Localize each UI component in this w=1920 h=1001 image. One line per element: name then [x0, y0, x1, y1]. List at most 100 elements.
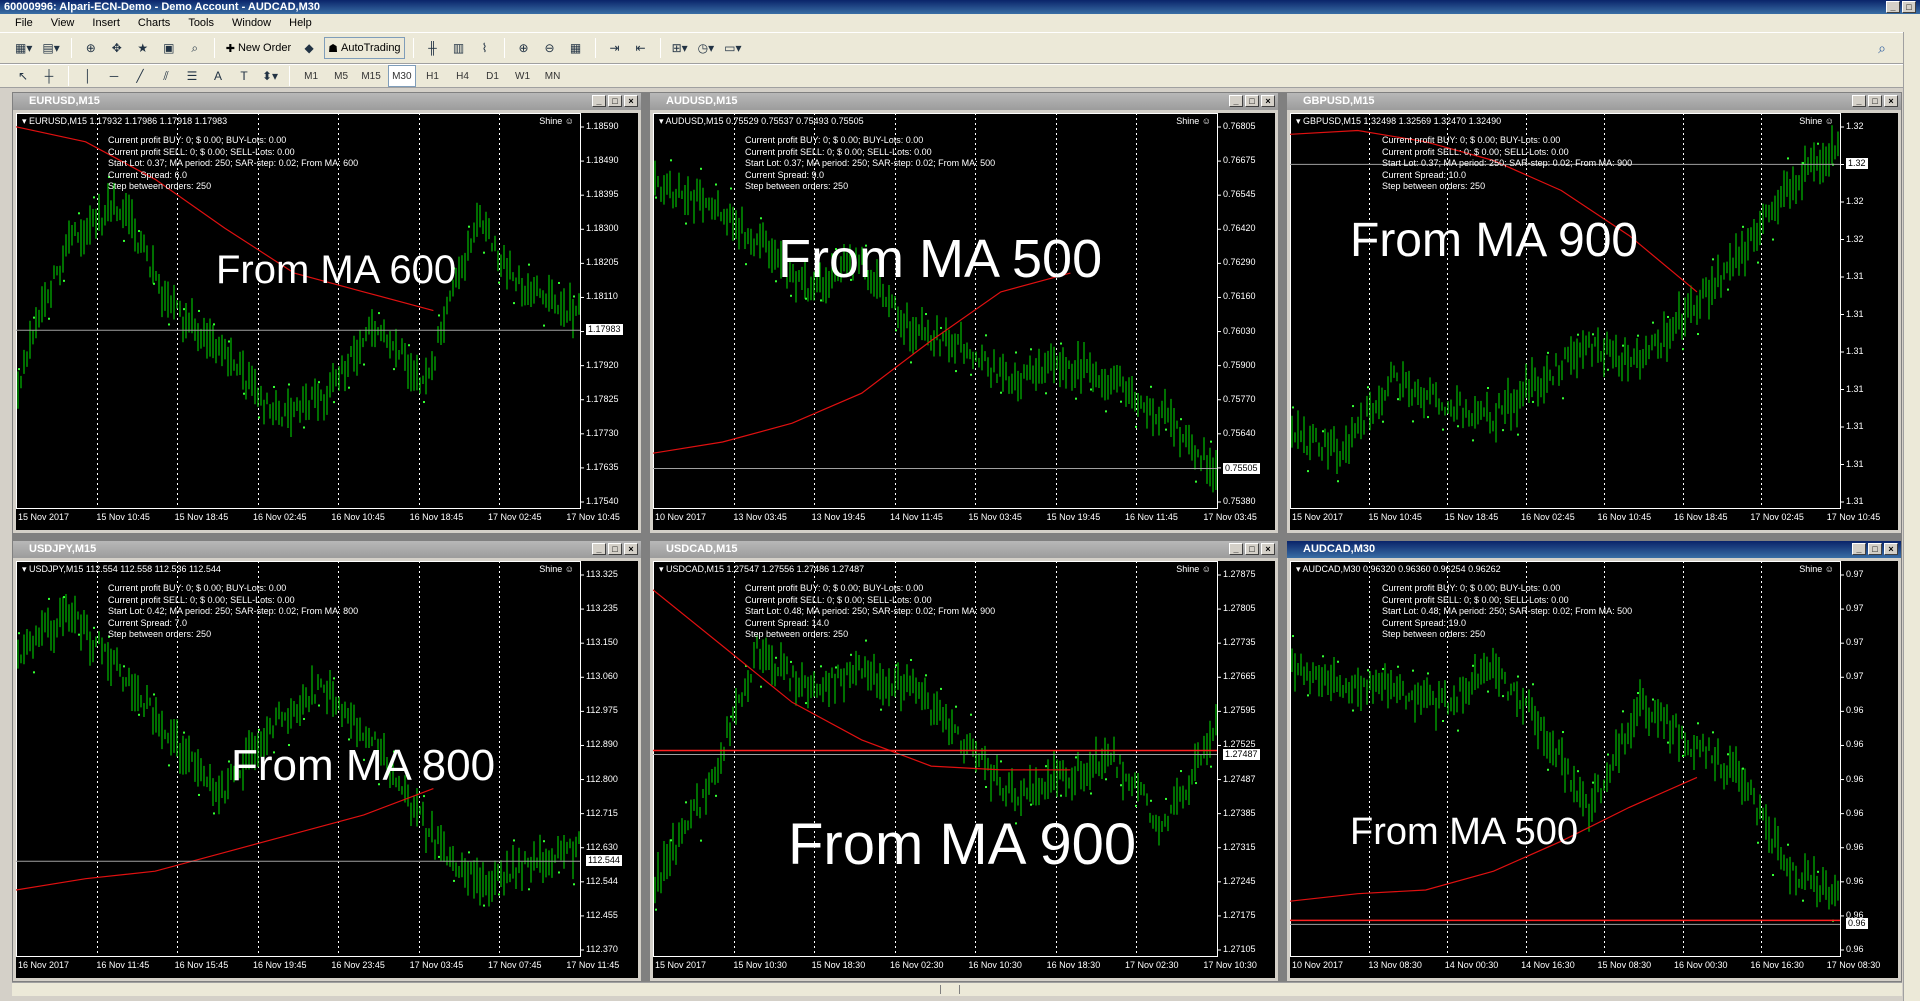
price-chart[interactable]: ▾ USDJPY,M15 112.554 112.558 112.536 112… [16, 561, 638, 978]
time-scale[interactable]: 10 Nov 2017 13 Nov 03:45 13 Nov 19:45 14 No… [653, 512, 1275, 526]
auto-scroll-icon[interactable]: ⇥ [604, 37, 626, 59]
maximize-icon[interactable]: □ [1245, 95, 1259, 107]
autotrading-button[interactable]: ☗ AutoTrading [324, 37, 405, 59]
line-chart-icon[interactable]: ⌇ [474, 37, 496, 59]
crosshair-icon[interactable]: ┼ [38, 65, 60, 87]
price-chart[interactable]: ▾ GBPUSD,M15 1.32498 1.32569 1.32470 1.3… [1290, 113, 1898, 530]
close-icon[interactable]: × [1261, 543, 1275, 555]
expert-label[interactable]: Shine ☺ [1176, 116, 1211, 126]
minimize-icon[interactable]: _ [1852, 543, 1866, 555]
strategy-tester-icon[interactable]: ⌕ [184, 37, 206, 59]
price-scale[interactable]: 0.97 0.97 0.97 0.97 0.96 0.96 0.96 0.96 0.96 0.96… [1840, 561, 1898, 956]
bar-chart-icon[interactable]: ╫ [422, 37, 444, 59]
expert-label[interactable]: Shine ☺ [1176, 564, 1211, 574]
chart-window-eurusd[interactable]: EURUSD,M15 _ □ × ▾ EURUSD,M15 1.17932 1.17… [12, 92, 642, 534]
time-scale[interactable]: 15 Nov 2017 15 Nov 10:45 15 Nov 18:45 16 No… [16, 512, 638, 526]
timeframe-mn[interactable]: MN [540, 65, 566, 87]
timeframe-w1[interactable]: W1 [510, 65, 536, 87]
chart-shift-icon[interactable]: ⇤ [630, 37, 652, 59]
data-window-icon[interactable]: ✥ [106, 37, 128, 59]
chart-caption[interactable]: USDJPY,M15 _ □ × [13, 541, 641, 558]
vertical-line-icon[interactable]: │ [77, 65, 99, 87]
menu-charts[interactable]: Charts [129, 17, 179, 29]
metaeditor-icon[interactable]: ◆ [298, 37, 320, 59]
chart-caption[interactable]: AUDCAD,M30 _ □ × [1287, 541, 1901, 558]
tile-windows-icon[interactable]: ▦ [565, 37, 587, 59]
minimize-icon[interactable]: _ [1852, 95, 1866, 107]
channel-icon[interactable]: ⫽ [155, 65, 177, 87]
zoom-in-icon[interactable]: ⊕ [513, 37, 535, 59]
minimize-icon[interactable]: _ [1229, 95, 1243, 107]
chart-caption[interactable]: AUDUSD,M15 _ □ × [650, 93, 1278, 110]
menu-insert[interactable]: Insert [83, 17, 129, 29]
close-icon[interactable]: × [624, 95, 638, 107]
minimize-icon[interactable]: _ [1229, 543, 1243, 555]
timeframe-m1[interactable]: M1 [298, 65, 324, 87]
templates-icon[interactable]: ▭▾ [721, 37, 744, 59]
chart-caption[interactable]: EURUSD,M15 _ □ × [13, 93, 641, 110]
maximize-icon[interactable]: □ [1868, 543, 1882, 555]
menu-tools[interactable]: Tools [179, 17, 223, 29]
chart-window-audusd[interactable]: AUDUSD,M15 _ □ × ▾ AUDUSD,M15 0.75529 0.75… [649, 92, 1279, 534]
text-label-icon[interactable]: T [233, 65, 255, 87]
price-scale[interactable]: 0.76805 0.76675 0.76545 0.76420 0.76290 0.761… [1217, 113, 1275, 508]
cursor-icon[interactable]: ↖ [12, 65, 34, 87]
price-scale[interactable]: 113.325 113.235 113.150 113.060 112.975 112.8… [580, 561, 638, 956]
expert-label[interactable]: Shine ☺ [1799, 116, 1834, 126]
navigator-icon[interactable]: ★ [132, 37, 154, 59]
arrows-icon[interactable]: ⬍▾ [259, 65, 281, 87]
price-scale[interactable]: 1.18590 1.18490 1.18395 1.18300 1.18205 1.181… [580, 113, 638, 508]
expert-label[interactable]: Shine ☺ [1799, 564, 1834, 574]
menu-window[interactable]: Window [223, 17, 280, 29]
chart-caption[interactable]: USDCAD,M15 _ □ × [650, 541, 1278, 558]
menu-view[interactable]: View [42, 17, 84, 29]
time-scale[interactable]: 15 Nov 2017 15 Nov 10:30 15 Nov 18:30 16 No… [653, 960, 1275, 974]
chart-window-gbpusd[interactable]: GBPUSD,M15 _ □ × ▾ GBPUSD,M15 1.32498 1.32… [1286, 92, 1902, 534]
vertical-scrollbar[interactable] [1903, 32, 1920, 1001]
chart-window-usdcad[interactable]: USDCAD,M15 _ □ × ▾ USDCAD,M15 1.27547 1.27… [649, 540, 1279, 982]
chart-window-usdjpy[interactable]: USDJPY,M15 _ □ × ▾ USDJPY,M15 112.554 112.… [12, 540, 642, 982]
time-scale[interactable]: 10 Nov 2017 13 Nov 08:30 14 Nov 00:30 14 No… [1290, 960, 1898, 974]
timeframe-m15[interactable]: M15 [358, 65, 384, 87]
time-scale[interactable]: 16 Nov 2017 16 Nov 11:45 16 Nov 15:45 16 No… [16, 960, 638, 974]
close-icon[interactable]: × [1261, 95, 1275, 107]
chart-caption[interactable]: GBPUSD,M15 _ □ × [1287, 93, 1901, 110]
minimize-icon[interactable]: _ [1886, 1, 1900, 13]
expert-label[interactable]: Shine ☺ [539, 564, 574, 574]
text-icon[interactable]: A [207, 65, 229, 87]
timeframe-m30[interactable]: M30 [388, 65, 416, 87]
profiles-icon[interactable]: ▤▾ [39, 37, 62, 59]
price-chart[interactable]: ▾ USDCAD,M15 1.27547 1.27556 1.27486 1.2… [653, 561, 1275, 978]
minimize-icon[interactable]: _ [592, 95, 606, 107]
scrollbar-thumb[interactable] [940, 985, 960, 994]
timeframe-m5[interactable]: M5 [328, 65, 354, 87]
new-chart-icon[interactable]: ▦▾ [12, 37, 35, 59]
menu-help[interactable]: Help [280, 17, 321, 29]
maximize-icon[interactable]: □ [1868, 95, 1882, 107]
zoom-out-icon[interactable]: ⊖ [539, 37, 561, 59]
expert-label[interactable]: Shine ☺ [539, 116, 574, 126]
candlestick-icon[interactable]: ▥ [448, 37, 470, 59]
close-icon[interactable]: × [1884, 95, 1898, 107]
price-scale[interactable]: 1.32 1.32 1.32 1.32 1.31 1.31 1.31 1.31 1.31 1.31… [1840, 113, 1898, 508]
horizontal-scrollbar[interactable] [12, 982, 1902, 996]
price-chart[interactable]: ▾ EURUSD,M15 1.17932 1.17986 1.17918 1.1… [16, 113, 638, 530]
indicators-icon[interactable]: ⊞▾ [669, 37, 691, 59]
time-scale[interactable]: 15 Nov 2017 15 Nov 10:45 15 Nov 18:45 16 No… [1290, 512, 1898, 526]
minimize-icon[interactable]: _ [592, 543, 606, 555]
close-icon[interactable]: × [624, 543, 638, 555]
maximize-icon[interactable]: □ [1245, 543, 1259, 555]
close-icon[interactable]: × [1884, 543, 1898, 555]
search-icon[interactable]: ⌕ [1878, 40, 1886, 57]
menu-file[interactable]: File [6, 17, 42, 29]
chart-window-audcad[interactable]: AUDCAD,M30 _ □ × ▾ AUDCAD,M30 0.96320 0.96… [1286, 540, 1902, 982]
trendline-icon[interactable]: ╱ [129, 65, 151, 87]
terminal-icon[interactable]: ▣ [158, 37, 180, 59]
maximize-icon[interactable]: □ [608, 95, 622, 107]
maximize-icon[interactable]: □ [1902, 1, 1916, 13]
timeframe-h4[interactable]: H4 [450, 65, 476, 87]
horizontal-line-icon[interactable]: ─ [103, 65, 125, 87]
periods-icon[interactable]: ◷▾ [695, 37, 718, 59]
maximize-icon[interactable]: □ [608, 543, 622, 555]
price-chart[interactable]: ▾ AUDCAD,M30 0.96320 0.96360 0.96254 0.9… [1290, 561, 1898, 978]
